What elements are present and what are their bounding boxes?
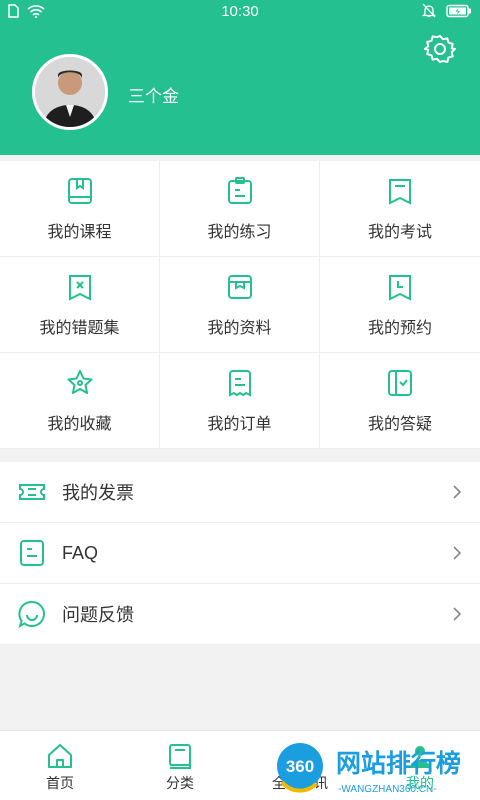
feedback-icon bbox=[18, 601, 45, 628]
menu-list: 我的发票 FAQ 问题反馈 bbox=[0, 462, 480, 645]
grid-item-appointments[interactable]: 我的预约 bbox=[320, 257, 480, 353]
person-icon bbox=[410, 746, 430, 768]
avatar-image bbox=[35, 57, 105, 127]
grid-item-label: 我的收藏 bbox=[47, 415, 112, 433]
list-item-invoice[interactable]: 我的发票 bbox=[0, 462, 480, 523]
grid-item-wrong-questions[interactable]: 我的错题集 bbox=[0, 257, 160, 353]
feature-grid: 我的课程 我的练习 我的考试 我的错题集 我的资料 我的预约 我的收藏 我的订单… bbox=[0, 161, 480, 449]
clipboard-icon bbox=[227, 176, 252, 204]
list-item-feedback[interactable]: 问题反馈 bbox=[0, 584, 480, 645]
grid-item-label: 我的错题集 bbox=[39, 319, 120, 337]
tab-label: 分类 bbox=[166, 775, 194, 791]
grid-item-label: 我的考试 bbox=[367, 223, 432, 241]
grid-item-practice[interactable]: 我的练习 bbox=[160, 161, 320, 257]
grid-item-orders[interactable]: 我的订单 bbox=[160, 353, 320, 449]
tab-mine[interactable]: 我的 bbox=[360, 731, 480, 800]
category-icon bbox=[169, 744, 191, 769]
chevron-right-icon bbox=[453, 607, 462, 621]
settings-icon[interactable] bbox=[424, 33, 456, 65]
list-item-label: 我的发票 bbox=[62, 483, 134, 503]
avatar[interactable] bbox=[32, 54, 108, 130]
grid-item-courses[interactable]: 我的课程 bbox=[0, 161, 160, 257]
grid-item-label: 我的资料 bbox=[207, 319, 272, 337]
order-icon bbox=[228, 369, 251, 397]
mute-bell-icon bbox=[422, 3, 436, 18]
star-icon bbox=[67, 369, 92, 394]
tab-home[interactable]: 首页 bbox=[0, 731, 120, 800]
battery-icon bbox=[446, 4, 471, 17]
grid-item-label: 我的练习 bbox=[207, 223, 272, 241]
appointment-icon bbox=[389, 274, 411, 301]
qa-icon bbox=[388, 369, 412, 396]
home-icon bbox=[48, 744, 72, 768]
grid-item-label: 我的预约 bbox=[367, 319, 432, 337]
grid-item-favorites[interactable]: 我的收藏 bbox=[0, 353, 160, 449]
tab-news[interactable]: 全部资讯 bbox=[240, 731, 360, 800]
list-item-faq[interactable]: FAQ bbox=[0, 523, 480, 584]
exam-icon bbox=[389, 178, 411, 205]
grid-item-label: 我的订单 bbox=[207, 415, 272, 433]
list-item-label: 问题反馈 bbox=[62, 605, 134, 625]
status-time: 10:30 bbox=[221, 3, 259, 20]
tab-label: 首页 bbox=[46, 775, 74, 791]
list-item-label: FAQ bbox=[62, 542, 99, 563]
document-icon bbox=[20, 540, 44, 566]
tab-label: 全部资讯 bbox=[272, 775, 328, 791]
ticket-icon bbox=[19, 484, 45, 500]
tab-label: 我的 bbox=[406, 775, 434, 791]
grid-item-label: 我的答疑 bbox=[367, 415, 432, 433]
username: 三个金 bbox=[128, 87, 179, 106]
grid-item-label: 我的课程 bbox=[47, 223, 112, 241]
grid-item-exams[interactable]: 我的考试 bbox=[320, 161, 480, 257]
news-icon bbox=[289, 745, 311, 767]
chevron-right-icon bbox=[453, 485, 462, 499]
book-icon bbox=[67, 177, 92, 204]
profile-header: 三个金 bbox=[0, 24, 480, 155]
materials-icon bbox=[227, 274, 252, 299]
grid-item-materials[interactable]: 我的资料 bbox=[160, 257, 320, 353]
bottom-tab-bar: 首页 分类 全部资讯 我的 bbox=[0, 730, 480, 800]
grid-item-qa[interactable]: 我的答疑 bbox=[320, 353, 480, 449]
wrong-questions-icon bbox=[68, 274, 91, 301]
tab-category[interactable]: 分类 bbox=[120, 731, 240, 800]
status-bar: 10:30 bbox=[0, 0, 480, 24]
status-right bbox=[422, 3, 472, 18]
chevron-right-icon bbox=[453, 546, 462, 560]
